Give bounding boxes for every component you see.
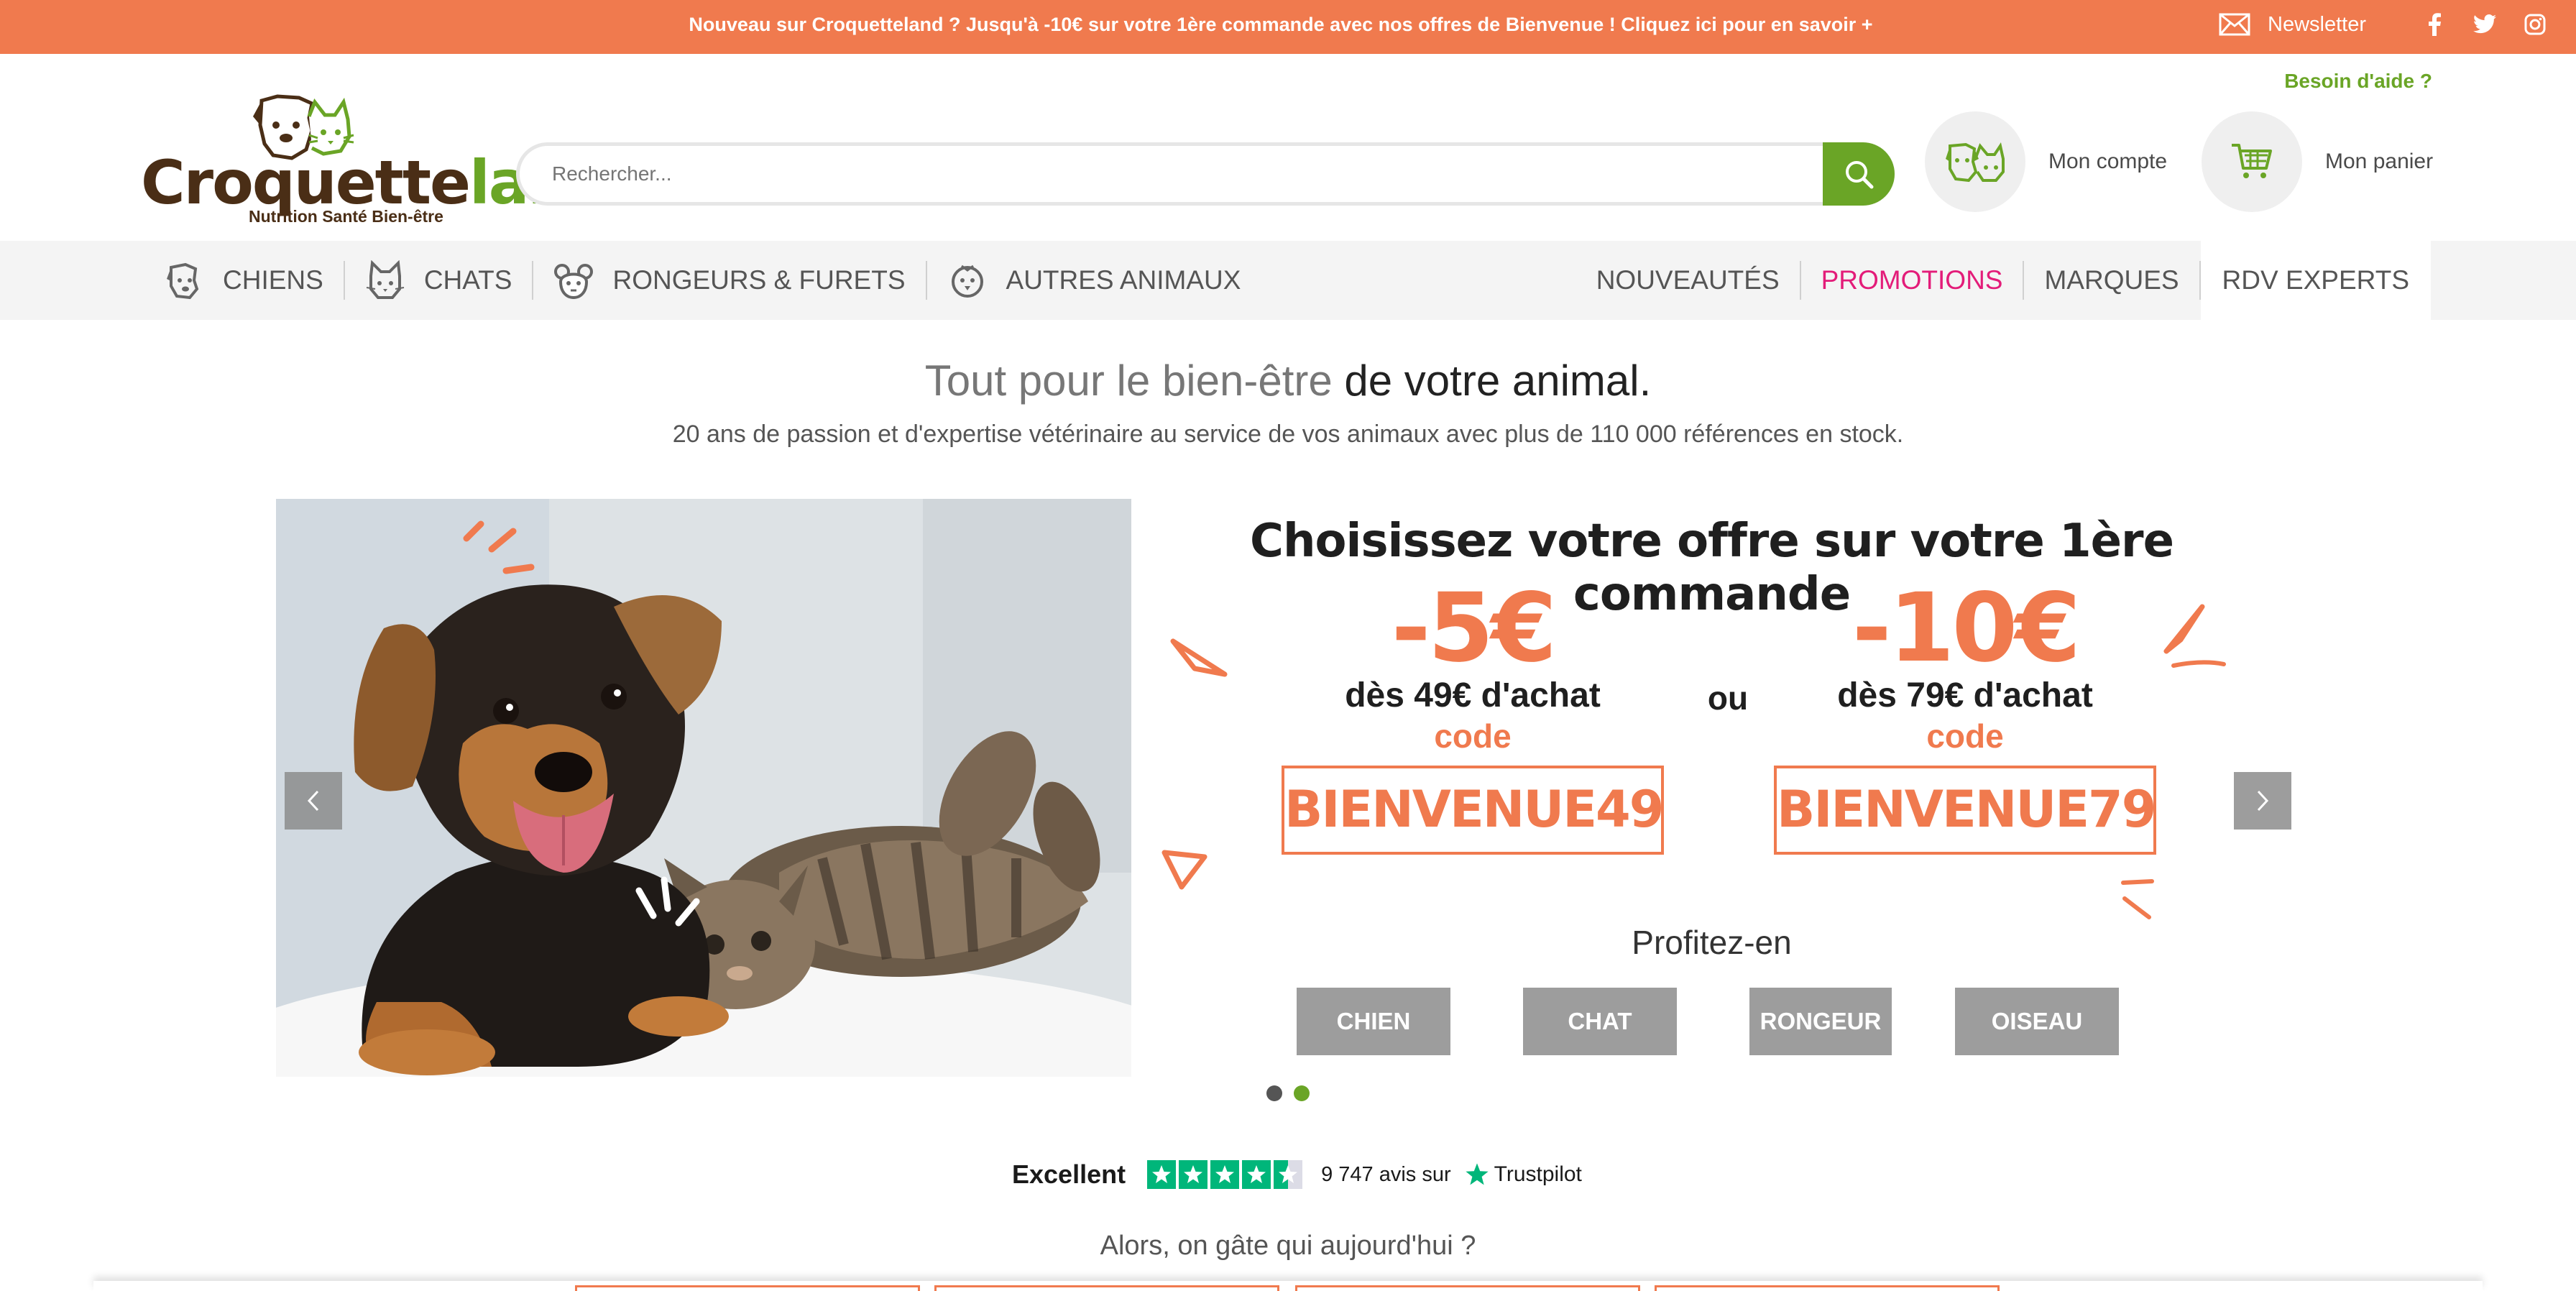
promo-topbar: Nouveau sur Croquetteland ? Jusqu'à -10€… bbox=[0, 0, 2576, 54]
stroke-deco-icon bbox=[2121, 879, 2154, 919]
help-link[interactable]: Besoin d'aide ? bbox=[2284, 70, 2432, 93]
section-heading: Alors, on gâte qui aujourd'hui ? bbox=[1100, 1231, 1476, 1261]
search-bar bbox=[516, 142, 1895, 206]
category-card-edge bbox=[1655, 1285, 2000, 1291]
category-card-edge bbox=[575, 1285, 920, 1291]
chevron-left-icon bbox=[307, 790, 319, 812]
trustpilot-rating: Excellent bbox=[1012, 1159, 1126, 1189]
welcome-promo-link[interactable]: Nouveau sur Croquetteland ? Jusqu'à -10€… bbox=[0, 0, 2576, 54]
nav-item-chiens[interactable]: CHIENS bbox=[164, 241, 323, 320]
nav-divider bbox=[532, 261, 534, 300]
bird-icon bbox=[951, 265, 983, 298]
category-button-rongeur[interactable]: RONGEUR bbox=[1749, 988, 1892, 1055]
nav-divider bbox=[1799, 261, 1801, 300]
code-label: code bbox=[1926, 717, 2004, 755]
nav-label: CHIENS bbox=[223, 265, 323, 295]
account-avatar bbox=[1925, 111, 2025, 212]
category-button-oiseau[interactable]: OISEAU bbox=[1955, 988, 2119, 1055]
nav-divider bbox=[925, 261, 927, 300]
category-button-chien[interactable]: CHIEN bbox=[1297, 988, 1450, 1055]
logo-tagline: Nutrition Santé Bien-être bbox=[249, 207, 443, 226]
slider-dot-1[interactable] bbox=[1266, 1085, 1282, 1101]
profitez-label: Profitez-en bbox=[1632, 924, 1792, 961]
or-label: ou bbox=[1707, 679, 1749, 717]
rodent-icon bbox=[554, 264, 594, 300]
nav-item-rdv-experts[interactable]: RDV EXPERTS bbox=[2200, 241, 2431, 320]
envelope-icon[interactable] bbox=[2219, 13, 2250, 36]
nav-item-promotions[interactable]: PROMOTIONS bbox=[1821, 241, 2003, 320]
slider-dots bbox=[1266, 1085, 1310, 1101]
code-label: code bbox=[1434, 717, 1512, 755]
nav-divider bbox=[2023, 261, 2025, 300]
triangle-deco-icon bbox=[1162, 850, 1208, 890]
nav-label: AUTRES ANIMAUX bbox=[1006, 265, 1241, 295]
dog-cat-illustration bbox=[276, 499, 1131, 1077]
account-label: Mon compte bbox=[2048, 150, 2168, 173]
welcome-offer-slide: Choisissez votre offre sur votre 1ère co… bbox=[1131, 499, 2292, 1077]
offer-amount: -5€ bbox=[1391, 573, 1557, 684]
search-input[interactable] bbox=[552, 146, 1630, 202]
page-subtitle: 20 ans de passion et d'expertise vétérin… bbox=[672, 421, 1904, 448]
search-button[interactable] bbox=[1823, 142, 1895, 206]
offer-condition: dès 49€ d'achat bbox=[1345, 676, 1601, 715]
promo-code-box[interactable]: BIENVENUE79 bbox=[1774, 766, 2156, 855]
trustpilot-stars bbox=[1147, 1160, 1303, 1189]
nav-item-rongeurs-furets[interactable]: RONGEURS & FURETS bbox=[553, 241, 906, 320]
cart-link[interactable]: Mon panier bbox=[2202, 111, 2433, 212]
offer-49: -5€ dès 49€ d'achat code BIENVENUE49 bbox=[1271, 578, 1674, 855]
nav-label: CHATS bbox=[423, 265, 512, 295]
twitter-icon[interactable] bbox=[2472, 12, 2497, 37]
category-button-chat[interactable]: CHAT bbox=[1523, 988, 1677, 1055]
dog-and-cat-photo[interactable] bbox=[276, 499, 1131, 1077]
cart-icon bbox=[2232, 144, 2272, 178]
review-count: 9 747 avis sur bbox=[1321, 1162, 1451, 1186]
page-title: Tout pour le bien-être de votre animal. bbox=[924, 357, 1652, 405]
category-card-edge bbox=[934, 1285, 1279, 1291]
category-card-edge bbox=[1295, 1285, 1640, 1291]
nav-label: RONGEURS & FURETS bbox=[612, 265, 906, 295]
topbar-links: Newsletter bbox=[2219, 0, 2547, 49]
star-icon bbox=[1147, 1160, 1177, 1189]
newsletter-link[interactable]: Newsletter bbox=[2268, 13, 2366, 37]
cat-icon bbox=[366, 260, 404, 299]
card-section-edge bbox=[93, 1281, 2483, 1291]
dog-icon bbox=[167, 262, 199, 300]
nav-item-nouveautes[interactable]: NOUVEAUTÉS bbox=[1596, 241, 1780, 320]
cart-circle bbox=[2202, 111, 2302, 212]
slider-next-button[interactable] bbox=[2234, 772, 2291, 830]
slider-prev-button[interactable] bbox=[285, 772, 342, 830]
search-icon bbox=[1846, 161, 1874, 189]
instagram-icon[interactable] bbox=[2523, 12, 2547, 37]
dog-cat-account-icon bbox=[1946, 142, 2005, 183]
trustpilot-star-icon bbox=[1466, 1163, 1489, 1185]
nav-item-chats[interactable]: CHATS bbox=[365, 241, 512, 320]
half-star-icon bbox=[1274, 1160, 1303, 1189]
triangle-deco-icon bbox=[1170, 638, 1228, 677]
star-icon bbox=[1179, 1160, 1208, 1189]
offer-amount: -10€ bbox=[1852, 573, 2081, 684]
trustpilot-widget[interactable]: Excellent 9 747 avis sur Trustpilot bbox=[1012, 1157, 1582, 1192]
star-icon bbox=[1242, 1160, 1271, 1189]
nav-item-autres-animaux[interactable]: AUTRES ANIMAUX bbox=[947, 241, 1241, 320]
hero-slider: Choisissez votre offre sur votre 1ère co… bbox=[276, 499, 2292, 1077]
slider-dot-2[interactable] bbox=[1294, 1085, 1310, 1101]
star-icon bbox=[1210, 1160, 1240, 1189]
main-nav: CHIENS CHATS RONGEURS & FURETS AUTRES AN… bbox=[0, 241, 2576, 320]
promo-code-box[interactable]: BIENVENUE49 bbox=[1282, 766, 1664, 855]
account-link[interactable]: Mon compte bbox=[1925, 111, 2167, 212]
chevron-right-icon bbox=[2257, 790, 2269, 812]
site-header: Besoin d'aide ? Croquetteland Nutrition … bbox=[0, 54, 2576, 241]
nav-divider bbox=[343, 261, 345, 300]
offer-79: -10€ dès 79€ d'achat code BIENVENUE79 bbox=[1764, 578, 2166, 855]
trustpilot-brand: Trustpilot bbox=[1464, 1162, 1582, 1187]
cart-label: Mon panier bbox=[2325, 150, 2434, 173]
offer-condition: dès 79€ d'achat bbox=[1837, 676, 2093, 715]
nav-item-marques[interactable]: MARQUES bbox=[2044, 241, 2179, 320]
facebook-icon[interactable] bbox=[2422, 12, 2447, 37]
